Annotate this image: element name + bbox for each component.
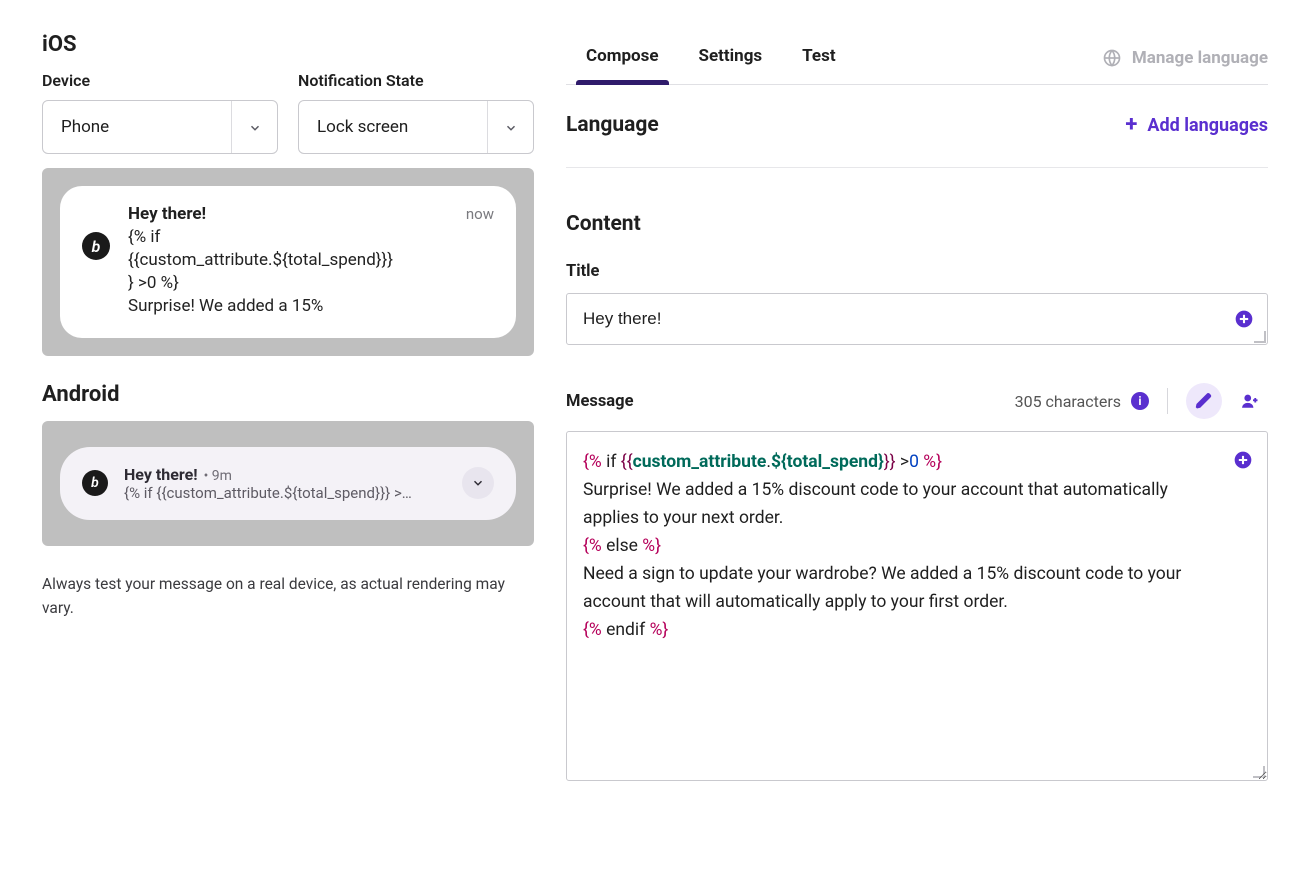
ios-preview-time: now [466, 205, 494, 223]
character-count: 305 characters [1015, 392, 1121, 411]
android-preview-container: b Hey there! • 9m {% if {{custom_attribu… [42, 421, 534, 546]
ios-preview-container: b Hey there! now {% if {{custom_attribut… [42, 168, 534, 356]
message-label: Message [566, 392, 633, 411]
app-icon: b [82, 470, 108, 496]
add-languages-button[interactable]: + Add languages [1125, 114, 1268, 136]
android-notification-card: b Hey there! • 9m {% if {{custom_attribu… [60, 447, 516, 520]
content-heading: Content [566, 212, 1268, 236]
tab-settings[interactable]: Settings [679, 32, 783, 84]
add-user-button[interactable] [1232, 383, 1268, 419]
device-dropdown-toggle[interactable] [231, 101, 277, 153]
info-icon[interactable]: i [1131, 392, 1149, 410]
manage-language-button[interactable]: Manage language [1102, 48, 1268, 68]
android-preview-body: {% if {{custom_attribute.${total_spend}}… [124, 484, 446, 502]
language-section-title: Language [566, 113, 659, 137]
state-dropdown-toggle[interactable] [487, 101, 533, 153]
plus-icon: + [1125, 114, 1137, 136]
ios-preview-body: {% if {{custom_attribute.${total_spend}}… [128, 226, 494, 318]
device-label: Device [42, 71, 278, 90]
edit-button[interactable] [1186, 383, 1222, 419]
state-value: Lock screen [299, 101, 487, 153]
add-languages-label: Add languages [1147, 115, 1268, 136]
separator [1167, 388, 1168, 414]
android-preview-title: Hey there! [124, 465, 198, 484]
add-personalization-button[interactable] [1234, 309, 1254, 329]
app-icon: b [82, 232, 110, 260]
manage-language-label: Manage language [1132, 48, 1268, 68]
title-input[interactable] [566, 293, 1268, 345]
ios-notification-card: b Hey there! now {% if {{custom_attribut… [60, 186, 516, 338]
tab-compose[interactable]: Compose [566, 32, 679, 84]
tabs: Compose Settings Test Manage language [566, 32, 1268, 85]
state-label: Notification State [298, 71, 534, 90]
device-value: Phone [43, 101, 231, 153]
preview-disclaimer: Always test your message on a real devic… [42, 572, 512, 620]
message-editor[interactable]: {% if {{custom_attribute.${total_spend}}… [566, 431, 1268, 781]
ios-heading: iOS [42, 32, 534, 57]
android-expand-button[interactable] [462, 467, 494, 499]
resize-handle[interactable] [1252, 329, 1266, 343]
chevron-down-icon [504, 120, 518, 134]
device-dropdown[interactable]: Phone [42, 100, 278, 154]
android-heading: Android [42, 382, 534, 407]
ios-preview-title: Hey there! [128, 204, 206, 224]
tab-test[interactable]: Test [782, 32, 855, 84]
android-preview-time: • 9m [204, 468, 232, 484]
add-personalization-button[interactable] [1233, 450, 1253, 470]
resize-handle[interactable] [1251, 764, 1265, 778]
globe-icon [1102, 48, 1122, 68]
state-dropdown[interactable]: Lock screen [298, 100, 534, 154]
title-label: Title [566, 262, 1268, 281]
chevron-down-icon [248, 120, 262, 134]
